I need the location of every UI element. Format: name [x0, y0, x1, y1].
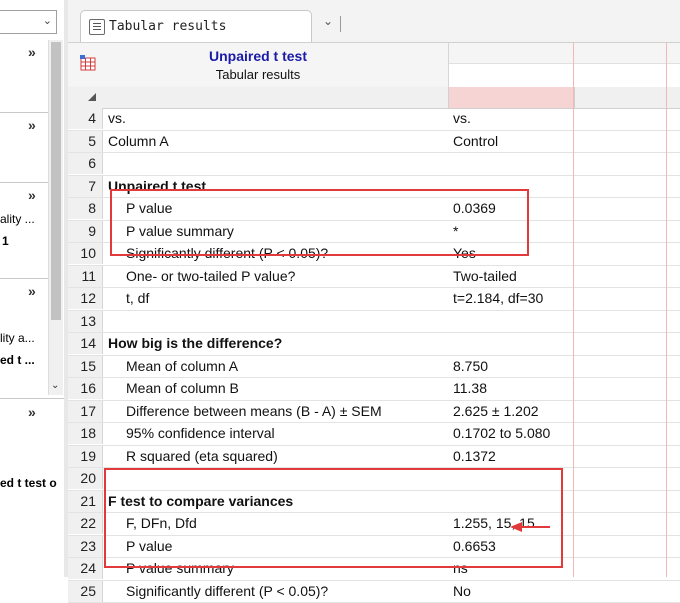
result-label[interactable]: R squared (eta squared) — [126, 446, 466, 467]
row-number[interactable]: 14 — [68, 333, 103, 354]
annotation-arrow-icon — [510, 520, 552, 534]
result-value[interactable]: Two-tailed — [453, 266, 573, 287]
column-boundary — [666, 43, 667, 577]
result-label[interactable]: Mean of column A — [126, 356, 466, 377]
table-row: 6 — [68, 153, 680, 176]
row-number[interactable]: 16 — [68, 378, 103, 399]
row-number[interactable]: 20 — [68, 468, 103, 489]
column-header-a[interactable] — [448, 87, 575, 108]
nav-item-normality-2[interactable]: lity a... — [0, 331, 35, 345]
table-row: 16 Mean of column B11.38 — [68, 378, 680, 401]
select-all-corner-icon[interactable] — [88, 93, 96, 101]
table-row: 13 — [68, 311, 680, 334]
result-value[interactable]: 2.625 ± 1.202 — [453, 401, 573, 422]
row-number[interactable]: 19 — [68, 446, 103, 467]
row-number[interactable]: 11 — [68, 266, 103, 287]
nav-item-normality[interactable]: ality ... — [0, 212, 35, 226]
result-label[interactable]: Significantly different (P < 0.05)? — [126, 581, 466, 602]
table-row: 25 Significantly different (P < 0.05)?No — [68, 581, 680, 603]
section-heading[interactable]: How big is the difference? — [108, 333, 448, 354]
row-number[interactable]: 9 — [68, 221, 103, 242]
result-value[interactable]: vs. — [453, 108, 573, 129]
result-label[interactable]: 95% confidence interval — [126, 423, 466, 444]
expand-section-1-icon[interactable]: » — [28, 44, 36, 60]
row-number[interactable]: 22 — [68, 513, 103, 534]
result-value[interactable]: t=2.184, df=30 — [453, 288, 573, 309]
navigator-scrollbar[interactable]: ⌄ — [48, 40, 63, 395]
expand-section-4-icon[interactable]: » — [28, 283, 36, 299]
table-row: 14How big is the difference? — [68, 333, 680, 356]
table-row: 15 Mean of column A8.750 — [68, 356, 680, 379]
tab-list-chevron-icon[interactable]: ⌄ — [323, 14, 333, 28]
sheet-title-area: Unpaired t test Tabular results — [68, 43, 449, 88]
expand-section-5-icon[interactable]: » — [28, 404, 36, 420]
row-number[interactable]: 15 — [68, 356, 103, 377]
table-row: 5Column AControl — [68, 131, 680, 154]
row-number[interactable]: 21 — [68, 491, 103, 512]
row-number[interactable]: 4 — [68, 108, 103, 129]
result-value[interactable]: No — [453, 581, 573, 602]
table-row: 19 R squared (eta squared)0.1372 — [68, 446, 680, 469]
row-number[interactable]: 18 — [68, 423, 103, 444]
column-title-cell[interactable] — [449, 43, 680, 64]
result-label[interactable]: Column A — [108, 131, 448, 152]
column-title-cell-2[interactable] — [449, 64, 680, 88]
divider — [0, 112, 48, 113]
analysis-subtitle: Tabular results — [68, 67, 448, 82]
divider — [0, 278, 48, 279]
scroll-down-icon[interactable]: ⌄ — [51, 380, 59, 391]
column-boundary — [573, 43, 574, 577]
nav-item-unpaired-t-test[interactable]: ed t test o — [0, 476, 57, 490]
table-row: 4vs.vs. — [68, 108, 680, 131]
result-label[interactable]: vs. — [108, 108, 448, 129]
tab-label: Tabular results — [109, 19, 226, 34]
divider — [340, 16, 341, 32]
navigator-dropdown[interactable]: ⌄ — [0, 10, 57, 34]
table-row: 12 t, dft=2.184, df=30 — [68, 288, 680, 311]
annotation-box-f-test — [104, 468, 563, 568]
divider — [0, 182, 48, 183]
result-value[interactable]: 8.750 — [453, 356, 573, 377]
table-row: 11 One- or two-tailed P value?Two-tailed — [68, 266, 680, 289]
row-number[interactable]: 23 — [68, 536, 103, 557]
chevron-down-icon: ⌄ — [43, 14, 52, 27]
tab-bar: Tabular results ⌄ — [68, 0, 680, 43]
tab-tabular-results[interactable]: Tabular results — [80, 10, 312, 42]
result-value[interactable]: 11.38 — [453, 378, 573, 399]
result-value[interactable]: Control — [453, 131, 573, 152]
row-number[interactable]: 8 — [68, 198, 103, 219]
row-number[interactable]: 5 — [68, 131, 103, 152]
row-number[interactable]: 13 — [68, 311, 103, 332]
results-sheet-icon — [89, 19, 105, 35]
result-label[interactable]: Difference between means (B - A) ± SEM — [126, 401, 466, 422]
row-number[interactable]: 24 — [68, 558, 103, 579]
table-row: 17 Difference between means (B - A) ± SEM… — [68, 401, 680, 424]
row-number[interactable]: 6 — [68, 153, 103, 174]
row-number[interactable]: 12 — [68, 288, 103, 309]
analysis-title: Unpaired t test — [68, 48, 448, 64]
row-number[interactable]: 10 — [68, 243, 103, 264]
result-label[interactable]: t, df — [126, 288, 466, 309]
column-header-row — [68, 87, 680, 109]
expand-section-2-icon[interactable]: » — [28, 117, 36, 133]
scroll-thumb[interactable] — [51, 42, 61, 320]
divider — [0, 398, 64, 399]
nav-item-unpaired-t[interactable]: ed t ... — [0, 353, 35, 367]
row-number[interactable]: 25 — [68, 581, 103, 602]
result-label[interactable]: Mean of column B — [126, 378, 466, 399]
expand-section-3-icon[interactable]: » — [28, 187, 36, 203]
nav-item-selected[interactable]: 1 — [2, 234, 9, 248]
result-label[interactable]: One- or two-tailed P value? — [126, 266, 466, 287]
row-number[interactable]: 17 — [68, 401, 103, 422]
result-value[interactable]: 0.1702 to 5.080 — [453, 423, 573, 444]
result-value[interactable]: 0.1372 — [453, 446, 573, 467]
annotation-box-t-test — [110, 189, 529, 256]
navigator-panel: ⌄ » » » ality ... 1 » lity a... ed t ...… — [0, 0, 65, 577]
row-number[interactable]: 7 — [68, 176, 103, 197]
table-row: 18 95% confidence interval0.1702 to 5.080 — [68, 423, 680, 446]
